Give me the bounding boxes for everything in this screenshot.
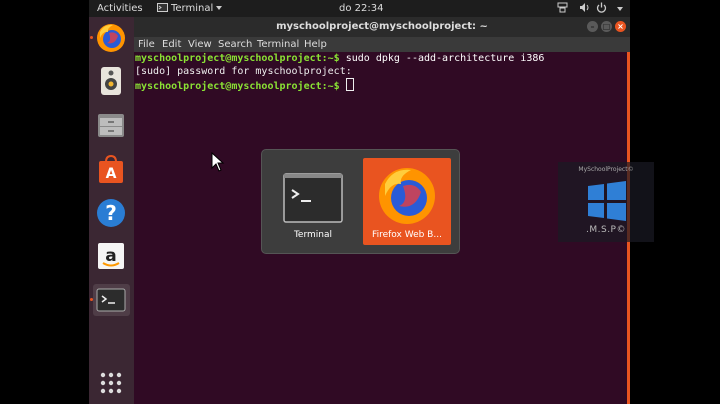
dock-software[interactable]: A [95, 153, 127, 185]
switcher-label: Terminal [293, 230, 333, 240]
running-indicator [90, 298, 93, 301]
dock-amazon[interactable]: a [95, 240, 127, 272]
activities-button[interactable]: Activities [97, 2, 143, 15]
maximize-button[interactable]: □ [601, 21, 612, 32]
chevron-down-icon [216, 6, 223, 10]
firefox-icon [97, 24, 125, 52]
menu-help[interactable]: Help [304, 39, 327, 50]
volume-icon[interactable] [579, 2, 590, 17]
app-grid-icon [100, 372, 122, 394]
watermark-logo: MySchoolProject© .M.S.P© [558, 162, 654, 242]
running-indicator [90, 36, 93, 39]
app-menu[interactable]: Terminal [157, 2, 223, 15]
menu-terminal[interactable]: Terminal [257, 39, 299, 50]
dock-terminal[interactable] [95, 284, 127, 316]
menu-file[interactable]: File [138, 39, 155, 50]
firefox-icon [379, 168, 435, 224]
password-prompt: [sudo] password for myschoolproject: [135, 66, 352, 77]
switcher-item-firefox[interactable]: Firefox Web B... [363, 158, 451, 245]
windows-logo-icon [588, 181, 626, 221]
terminal-icon [283, 173, 343, 223]
speaker-icon [101, 67, 121, 95]
close-button[interactable]: × [615, 21, 626, 32]
title-bar[interactable]: myschoolproject@myschoolproject: ~ – □ × [134, 17, 630, 37]
terminal-line: [sudo] password for myschoolproject: [135, 65, 628, 78]
system-menu-chevron-icon[interactable] [617, 7, 623, 11]
power-icon[interactable] [596, 2, 607, 17]
amazon-icon: a [98, 243, 124, 269]
minimize-button[interactable]: – [587, 21, 598, 32]
prompt: myschoolproject@myschoolproject:~$ [135, 53, 340, 64]
dock: A ? a [89, 17, 134, 404]
watermark-bottom-text: .M.S.P© [586, 225, 626, 235]
command-text: sudo dpkg --add-architecture i386 [339, 53, 545, 64]
network-icon[interactable] [557, 2, 568, 17]
app-switcher: Terminal Firefox Web B... [261, 149, 460, 254]
help-icon: ? [97, 199, 125, 227]
dock-show-applications[interactable] [95, 367, 127, 399]
terminal-line: myschoolproject@myschoolproject:~$ sudo … [135, 52, 628, 65]
clock[interactable]: do 22:34 [339, 2, 383, 15]
terminal-small-icon [157, 3, 168, 12]
files-icon [98, 114, 124, 137]
menu-view[interactable]: View [188, 39, 212, 50]
dock-help[interactable]: ? [95, 197, 127, 229]
switcher-item-terminal[interactable]: Terminal [269, 158, 357, 245]
terminal-icon [96, 288, 126, 312]
software-store-icon: A [99, 154, 123, 183]
switcher-label: Firefox Web B... [372, 230, 442, 240]
svg-text:A: A [106, 166, 117, 182]
mouse-pointer-icon [211, 152, 225, 172]
svg-text:?: ? [105, 201, 117, 225]
menu-search[interactable]: Search [218, 39, 252, 50]
watermark-top-text: MySchoolProject© [578, 166, 634, 173]
dock-firefox[interactable] [95, 22, 127, 54]
top-panel: Activities Terminal do 22:34 [89, 0, 630, 17]
window-title: myschoolproject@myschoolproject: ~ [276, 21, 488, 32]
dock-files[interactable] [95, 109, 127, 141]
menu-bar: File Edit View Search Terminal Help [134, 37, 630, 52]
text-cursor [345, 78, 354, 91]
dock-rhythmbox[interactable] [95, 65, 127, 97]
terminal-line: myschoolproject@myschoolproject:~$ [135, 78, 628, 92]
prompt: myschoolproject@myschoolproject:~$ [135, 81, 340, 92]
svg-text:a: a [105, 246, 116, 266]
menu-edit[interactable]: Edit [162, 39, 181, 50]
app-menu-label: Terminal [171, 3, 214, 14]
